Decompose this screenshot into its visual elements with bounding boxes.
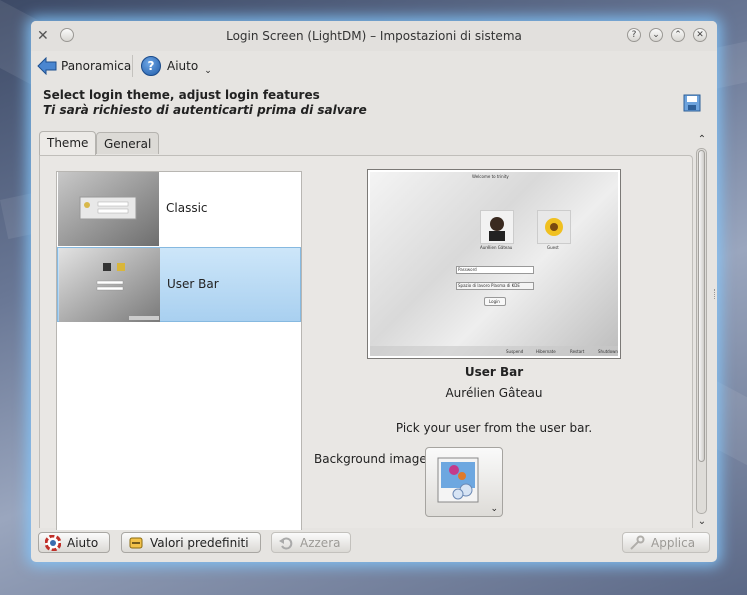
preview-guest-name: Guest: [547, 245, 559, 250]
settings-window: ✕ Login Screen (LightDM) – Impostazioni …: [31, 21, 717, 562]
tab-general-label: General: [104, 137, 152, 151]
classic-theme-thumbnail: [58, 172, 159, 246]
theme-name-user-bar: User Bar: [167, 277, 219, 291]
toolbar-separator: [132, 55, 133, 77]
preview-welcome: Welcome to trinity: [472, 174, 509, 179]
help-titlebar-button[interactable]: ?: [627, 28, 641, 42]
preview-screen: Welcome to trinity Aurélien Gâteau Guest…: [370, 172, 618, 356]
help-button[interactable]: Aiuto: [38, 532, 110, 553]
save-icon: [683, 93, 701, 113]
preview-shutdown: Shutdown: [598, 349, 618, 354]
defaults-button-label: Valori predefiniti: [150, 535, 249, 550]
preview-restart: Restart: [570, 349, 585, 354]
preview-login-label: Login: [489, 299, 500, 304]
theme-tab-panel: Classic User Bar Welcome to trinity Auré…: [39, 155, 693, 530]
help-lifebuoy-icon: [44, 534, 62, 551]
reset-button[interactable]: Azzera: [271, 532, 351, 553]
apply-button-label: Applica: [651, 535, 696, 550]
theme-author: Aurélien Gâteau: [445, 386, 543, 400]
background-image-button[interactable]: ⌄: [425, 447, 503, 517]
scrollbar-track[interactable]: [696, 148, 707, 514]
scroll-down-arrow[interactable]: ⌄: [694, 516, 710, 528]
theme-list[interactable]: Classic User Bar: [56, 171, 302, 530]
preview-session-select: Spazio di lavoro Plasma di KDE: [456, 282, 534, 290]
preview-user-avatar: [480, 210, 514, 244]
reset-button-label: Azzera: [300, 535, 341, 550]
chevron-down-icon: ⌄: [490, 504, 498, 514]
vertical-scrollbar[interactable]: ⌃ ⌄: [694, 134, 710, 528]
preview-hibernate: Hibernate: [536, 349, 556, 354]
preview-password-placeholder: Password: [458, 267, 477, 272]
background-image-label: Background image:: [314, 452, 431, 466]
window-title: Login Screen (LightDM) – Impostazioni di…: [226, 29, 522, 43]
scrollbar-thumb[interactable]: [698, 150, 705, 462]
undo-icon: [278, 535, 294, 551]
help-menu-button[interactable]: ? Aiuto ⌄: [141, 54, 212, 78]
minimize-button[interactable]: ⌄: [649, 28, 663, 42]
tab-theme[interactable]: Theme: [39, 131, 97, 155]
help-icon: ?: [141, 56, 161, 76]
theme-name-classic: Classic: [166, 201, 208, 215]
apply-button[interactable]: Applica: [622, 532, 710, 553]
tab-general[interactable]: General: [96, 132, 160, 154]
toolbar: Panoramica ? Aiuto ⌄: [31, 51, 717, 81]
preview-session-label: Spazio di lavoro Plasma di KDE: [458, 283, 520, 288]
splitter-handle[interactable]: [714, 289, 718, 299]
theme-preview: Welcome to trinity Aurélien Gâteau Guest…: [367, 169, 621, 359]
maximize-button[interactable]: ⌃: [671, 28, 685, 42]
defaults-button[interactable]: Valori predefiniti: [121, 532, 261, 553]
preview-password-field: Password: [456, 266, 534, 274]
theme-item-classic[interactable]: Classic: [57, 172, 301, 247]
overview-button[interactable]: Panoramica: [37, 54, 131, 78]
back-arrow-icon: [37, 56, 57, 76]
preview-login-button: Login: [484, 297, 506, 306]
preview-guest-avatar: [537, 210, 571, 244]
help-menu-label: Aiuto: [167, 59, 199, 73]
close-button[interactable]: ✕: [693, 28, 707, 42]
tab-theme-label: Theme: [47, 136, 89, 150]
user-bar-theme-thumbnail: [59, 248, 160, 322]
apply-icon: [629, 535, 645, 551]
preview-bottom-bar: Suspend Hibernate Restart Shutdown: [370, 346, 618, 356]
chevron-down-icon: ⌄: [204, 66, 212, 76]
scroll-up-arrow[interactable]: ⌃: [694, 134, 710, 146]
preview-suspend: Suspend: [506, 349, 524, 354]
theme-title: User Bar: [464, 365, 524, 379]
image-icon: [436, 456, 490, 506]
page-heading: Select login theme, adjust login feature…: [43, 88, 320, 102]
overview-label: Panoramica: [61, 59, 132, 73]
defaults-icon: [128, 535, 144, 551]
theme-description: Pick your user from the user bar.: [395, 421, 593, 435]
preview-user-name: Aurélien Gâteau: [480, 245, 513, 250]
auth-notice: Ti sarà richiesto di autenticarti prima …: [43, 103, 367, 117]
help-button-label: Aiuto: [67, 535, 99, 550]
titlebar: ✕ Login Screen (LightDM) – Impostazioni …: [31, 21, 717, 51]
theme-item-user-bar[interactable]: User Bar: [57, 247, 301, 322]
